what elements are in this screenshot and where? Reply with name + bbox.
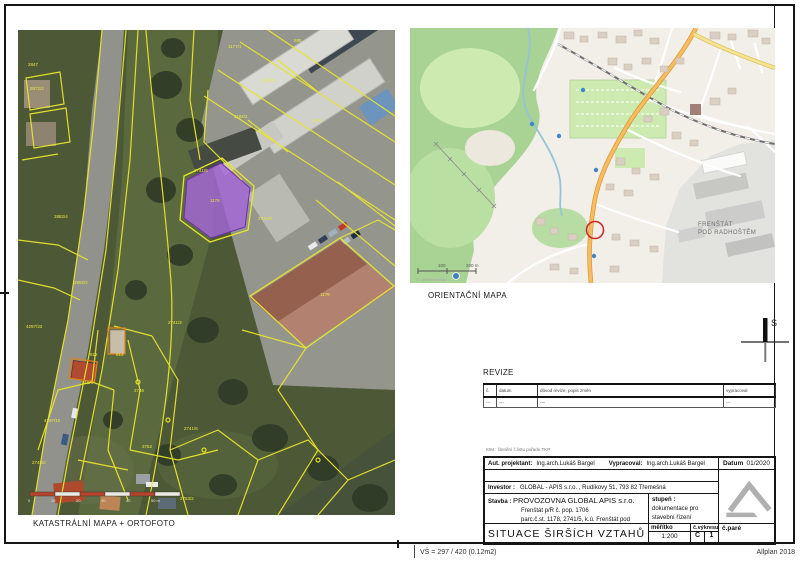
parcel-label: 2746 bbox=[134, 388, 145, 393]
church-building bbox=[690, 104, 701, 115]
stupen-label: stupeň : bbox=[652, 496, 718, 505]
sheet-size-note: VŠ = 297 / 420 (0.12m2) bbox=[420, 549, 496, 556]
stavba-line1: PROVOZOVNA GLOBAL APIS s.r.o. bbox=[513, 496, 634, 505]
stavba-label: Stavba : bbox=[488, 499, 511, 505]
town-label-line1: FRENŠTÁT bbox=[698, 221, 733, 228]
cvykresu-value-2: 1 bbox=[704, 532, 718, 542]
stavba-line2: Frenštát p/R č. pop. 1706 bbox=[521, 507, 648, 516]
revize-col: důvod revize, popis změn bbox=[538, 384, 724, 397]
cvykresu-cell: č.výkresu C 1 bbox=[690, 524, 718, 543]
aut-projektant-value: Ing.arch.Lukáš Bargel bbox=[536, 461, 594, 467]
parcel-label: 2752 bbox=[142, 444, 153, 449]
title-block: Aut. projektant: Ing.arch.Lukáš Bargel V… bbox=[483, 456, 776, 545]
parcel-label: 2882/4 bbox=[54, 214, 68, 219]
meritko-value: 1:200 bbox=[649, 532, 690, 540]
parcel-label: 2741/5 bbox=[194, 168, 208, 173]
bottom-strip-divider bbox=[414, 545, 415, 558]
parcel-label: 1182/2 bbox=[234, 114, 248, 119]
north-arrow: S bbox=[735, 312, 795, 366]
parcel-label: 1182/1 bbox=[262, 78, 276, 83]
scalebar-label: 30 bbox=[101, 498, 106, 503]
cadastral-map[interactable]: 2847 2872/2 2882/4 2882/2 2741/5 1178 27… bbox=[18, 30, 395, 515]
parcel-label: 2847 bbox=[28, 62, 39, 67]
parcel-label: 595 bbox=[294, 38, 302, 43]
revize-col: č. bbox=[484, 384, 497, 397]
revize-cell: --- bbox=[497, 397, 538, 408]
stupen-cell: stupeň : dokumentace pro stavební řízení bbox=[648, 494, 718, 524]
stupen-line1: dokumentace pro bbox=[652, 505, 718, 514]
revize-data-row: --- --- --- --- bbox=[484, 397, 776, 408]
cvykresu-label: č.výkresu bbox=[691, 524, 718, 532]
parcel-label: 1179 bbox=[320, 292, 330, 297]
fold-mark-left bbox=[0, 292, 9, 294]
north-label: S bbox=[771, 318, 777, 328]
parcel-label: 1177/1 bbox=[228, 44, 242, 49]
north-arrow-needle bbox=[763, 318, 768, 342]
map-pin-icon bbox=[453, 273, 460, 280]
revize-col: datum bbox=[497, 384, 538, 397]
parcel-label: 814 bbox=[116, 352, 124, 357]
parcel-label: 2741/8 bbox=[258, 216, 272, 221]
town-label-line2: POD RADHOŠTĚM bbox=[698, 228, 756, 236]
investor-row: Investor : GLOBAL - APIS s.r.o. , Rudíko… bbox=[485, 482, 718, 494]
drawing-title: SITUACE ŠIRŠÍCH VZTAHŮ bbox=[485, 524, 648, 543]
cadastral-map-caption: KATASTRÁLNÍ MAPA + ORTOFOTO bbox=[33, 519, 175, 528]
scalebar-label: 20 bbox=[76, 498, 81, 503]
fold-mark-bottom bbox=[397, 540, 399, 548]
cvykresu-value-1: C bbox=[691, 532, 704, 542]
scalebar-label: 50 m bbox=[151, 498, 161, 503]
revize-cell: --- bbox=[484, 397, 497, 408]
parcel-label: 1184 bbox=[312, 118, 322, 123]
scalebar-label: 40 bbox=[126, 498, 131, 503]
company-logo-icon bbox=[719, 472, 774, 522]
stupen-line2: stavební řízení bbox=[652, 514, 718, 523]
stavba-cell: Stavba : PROVOZOVNA GLOBAL APIS s.r.o. F… bbox=[485, 494, 648, 524]
empty-row bbox=[485, 470, 718, 482]
parcel-label: 1178 bbox=[210, 198, 220, 203]
revize-header-row: č. datum důvod revize, popis změn vyprac… bbox=[484, 384, 776, 397]
author-row: Aut. projektant: Ing.arch.Lukáš Bargel V… bbox=[485, 458, 718, 470]
investor-value: GLOBAL - APIS s.r.o. , Rudíkovy 51, 793 … bbox=[520, 485, 666, 491]
meritko-cell: měřítko 1:200 bbox=[648, 524, 690, 543]
scale-label: 100 bbox=[438, 263, 446, 268]
orientation-map-caption: ORIENTAČNÍ MAPA bbox=[428, 291, 507, 300]
titleblock-note: KIM : členění č.listu pořadu TKP bbox=[486, 447, 550, 452]
datum-cell: Datum 01/2020 bbox=[718, 458, 774, 470]
parcel-label: 815/1 bbox=[82, 380, 94, 385]
revize-cell: --- bbox=[724, 397, 776, 408]
cadastral-scalebar: 0 10 20 30 40 50 m bbox=[28, 492, 180, 503]
parcel-label: 2882/2 bbox=[74, 280, 88, 285]
scalebar-label: 10 bbox=[51, 498, 56, 503]
revize-cell: --- bbox=[538, 397, 724, 408]
drawing-sheet: { "sheet": { "size_note": "VŠ = 297 / 42… bbox=[0, 0, 802, 563]
meritko-label: měřítko bbox=[649, 524, 690, 532]
revize-col: vypracoval bbox=[724, 384, 776, 397]
parcel-label: 4297/10 bbox=[44, 418, 61, 423]
app-credit: Allplan 2018 bbox=[700, 549, 795, 556]
parcel-label: 2872/2 bbox=[30, 86, 44, 91]
parcel-label: 812 bbox=[90, 352, 98, 357]
parcel-label: 2741/6 bbox=[184, 426, 198, 431]
parcel-label: 2745/2 bbox=[32, 460, 46, 465]
parcel-label: 2741/2 bbox=[168, 320, 182, 325]
revize-table: č. datum důvod revize, popis změn vyprac… bbox=[483, 383, 776, 408]
cpare-cell: č.paré bbox=[718, 524, 774, 543]
aut-projektant-label: Aut. projektant: bbox=[488, 461, 532, 467]
datum-label: Datum bbox=[723, 460, 743, 467]
orientation-map[interactable]: FRENŠTÁT POD RADHOŠTĚM 100 200 m © OpenS… bbox=[410, 28, 775, 283]
datum-value: 01/2020 bbox=[747, 460, 771, 467]
scale-label: 200 m bbox=[466, 263, 479, 268]
parcel-label: 4297/33 bbox=[26, 324, 43, 329]
revize-title: REVIZE bbox=[483, 368, 514, 377]
map-attribution: © OpenStreetMap bbox=[416, 278, 447, 282]
vypracoval-value: Ing.arch.Lukáš Bargel bbox=[647, 461, 705, 467]
stavba-line3: parc.č.st. 1178, 2741/5, k.ú. Frenštát p… bbox=[521, 516, 648, 524]
parcel-label: 2753/2 bbox=[180, 496, 194, 501]
vypracoval-label: Vypracoval: bbox=[609, 461, 643, 467]
investor-label: Investor : bbox=[488, 485, 515, 491]
logo-cell bbox=[718, 470, 774, 524]
